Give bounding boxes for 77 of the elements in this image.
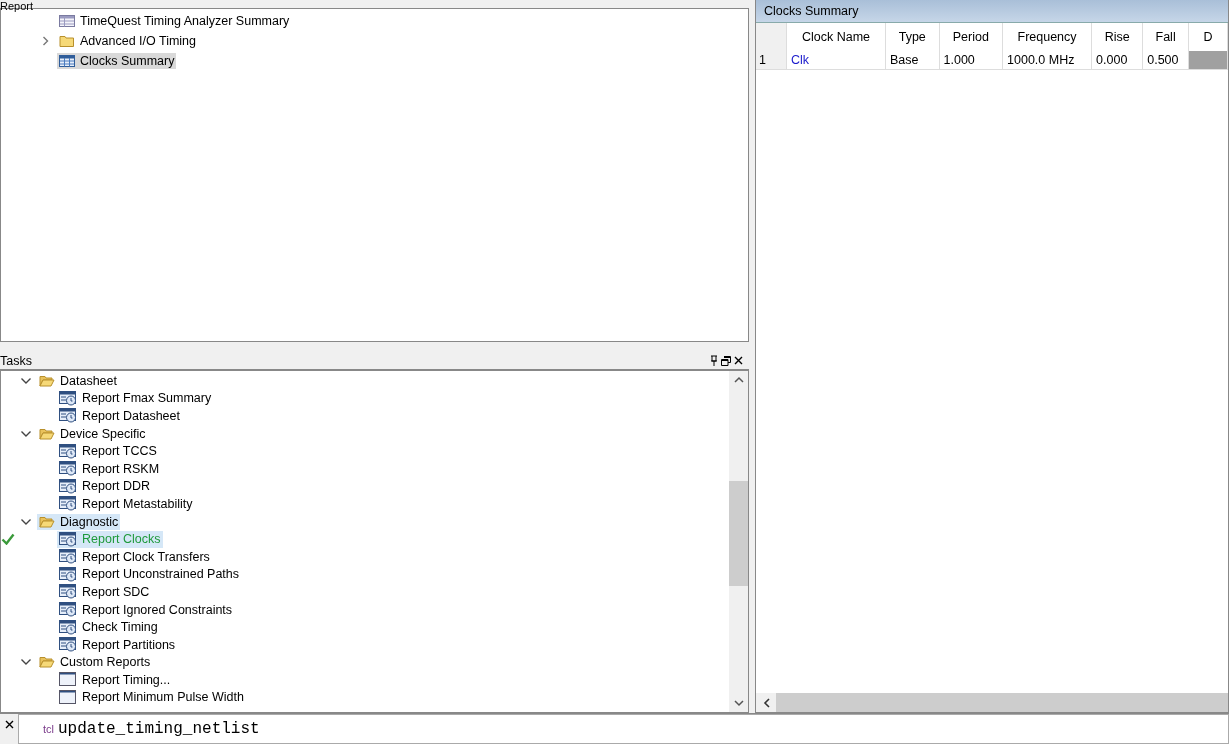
horizontal-scrollbar[interactable]	[756, 693, 1228, 713]
prompt-label: tcl	[43, 723, 54, 735]
column-header[interactable]: Rise	[1091, 23, 1143, 51]
close-icon[interactable]	[734, 356, 743, 365]
row-number: 1	[756, 51, 787, 70]
report-clock-icon	[59, 531, 77, 547]
tree-item[interactable]: Report Metastability	[57, 495, 195, 513]
chevron-down-icon[interactable]	[20, 375, 32, 386]
scroll-thumb[interactable]	[729, 481, 748, 586]
scroll-up-icon[interactable]	[733, 376, 744, 383]
open-folder-icon	[39, 514, 55, 529]
tree-item[interactable]: Report Partitions	[57, 636, 178, 654]
table-cell: 1.000	[939, 51, 1003, 70]
column-header[interactable]: Period	[939, 23, 1003, 51]
tree-item[interactable]: Report Datasheet	[57, 407, 182, 425]
report-clock-icon	[59, 602, 77, 617]
open-folder-icon	[39, 373, 55, 388]
column-header[interactable]: Clock Name	[786, 23, 886, 51]
folder-icon	[59, 34, 75, 48]
report-clock-icon	[59, 637, 77, 653]
tree-item[interactable]: Advanced I/O Timing	[57, 33, 199, 49]
tree-item[interactable]: Report Unconstrained Paths	[57, 565, 242, 583]
column-header[interactable]: Frequency	[1002, 23, 1092, 51]
float-window-icon[interactable]	[721, 355, 731, 366]
report-clock-icon	[59, 496, 77, 512]
tree-item[interactable]: Report SDC	[57, 583, 152, 601]
report-page-icon	[59, 672, 77, 688]
table-cell[interactable]: Clk	[786, 51, 886, 70]
report-clock-icon	[59, 408, 77, 424]
panel-title: Report	[0, 1, 34, 11]
tree-item[interactable]: Diagnostic	[37, 513, 121, 530]
column-header[interactable]: Fall	[1142, 23, 1189, 51]
chevron-down-icon[interactable]	[20, 516, 32, 527]
tree-item[interactable]: Report DDR	[57, 477, 153, 495]
tree-item[interactable]: Report TCCS	[57, 442, 159, 460]
tree-item[interactable]: Report RSKM	[57, 460, 162, 478]
column-header[interactable]: Type	[885, 23, 939, 51]
scroll-left-icon[interactable]	[762, 697, 770, 708]
report-clock-icon	[59, 584, 77, 600]
panel-title: Tasks	[0, 353, 32, 368]
command-text: update_timing_netlist	[58, 720, 260, 738]
report-clock-icon	[59, 549, 77, 565]
tree-item[interactable]: Custom Reports	[37, 654, 153, 671]
open-folder-icon	[39, 426, 55, 441]
table-cell: Base	[885, 51, 939, 70]
tree-item[interactable]: TimeQuest Timing Analyzer Summary	[57, 13, 292, 29]
table-icon	[59, 14, 75, 28]
report-clock-icon	[59, 390, 77, 406]
tree-item[interactable]: Report Clock Transfers	[57, 548, 212, 566]
report-clock-icon	[59, 443, 77, 459]
tree-item[interactable]: Report Fmax Summary	[57, 389, 214, 407]
tree-item[interactable]: Datasheet	[37, 372, 119, 389]
table-icon	[59, 54, 75, 68]
tree-item[interactable]: Clocks Summary	[57, 53, 177, 69]
table-cell: 0.000	[1091, 51, 1143, 70]
table-cell: 0.500	[1142, 51, 1189, 70]
scroll-down-icon[interactable]	[733, 700, 744, 708]
chevron-down-icon[interactable]	[20, 428, 32, 439]
table-cell: 1000.0 MHz	[1002, 51, 1092, 70]
report-clock-icon	[59, 566, 77, 582]
report-page-icon	[59, 690, 77, 705]
tree-item[interactable]: Report Timing...	[57, 671, 173, 689]
tree-item[interactable]: Report Minimum Pulse Width	[57, 689, 246, 706]
tcl-console-field[interactable]: tcl update_timing_netlist	[18, 714, 1229, 744]
table-cell	[1188, 51, 1228, 70]
pin-icon[interactable]	[710, 355, 718, 366]
tree-item[interactable]: Report Ignored Constraints	[57, 601, 235, 618]
open-folder-icon	[39, 655, 55, 670]
header-cell	[756, 23, 787, 51]
vertical-scrollbar[interactable]	[729, 371, 748, 713]
panel-title: Clocks Summary	[764, 4, 859, 18]
report-clock-icon	[59, 478, 77, 494]
close-icon[interactable]	[4, 720, 14, 730]
tree-item[interactable]: Device Specific	[37, 425, 148, 442]
report-clock-icon	[59, 461, 77, 477]
tree-item[interactable]: Check Timing	[57, 618, 160, 636]
report-clock-icon	[59, 619, 77, 635]
